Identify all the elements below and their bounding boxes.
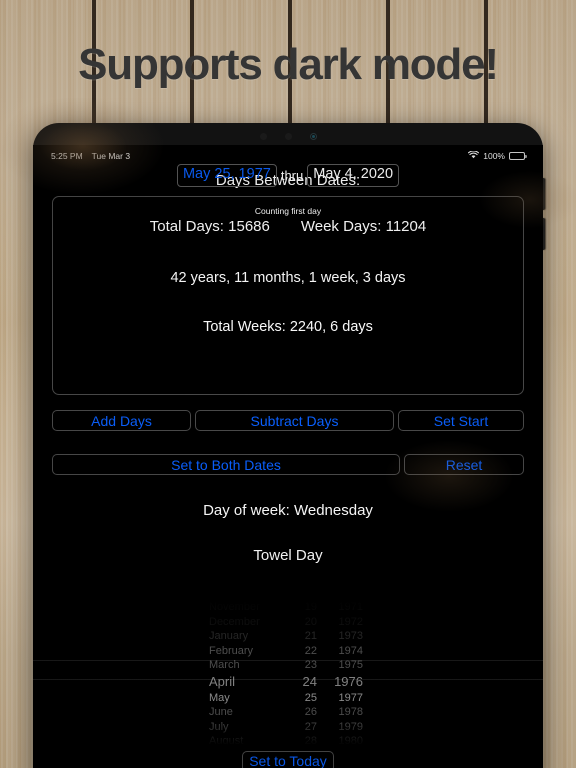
picker-year-option[interactable]: 1973 xyxy=(317,629,363,644)
reset-button[interactable]: Reset xyxy=(404,454,524,475)
set-to-today-button[interactable]: Set to Today xyxy=(242,751,334,768)
subtract-days-button[interactable]: Subtract Days xyxy=(195,410,394,431)
picker-column-month[interactable]: November December January February March Apri… xyxy=(209,600,275,745)
picker-year-option[interactable]: 1974 xyxy=(317,644,363,659)
week-days-value: Week Days: 11204 xyxy=(300,218,427,235)
picker-day-option[interactable]: 27 xyxy=(275,720,317,735)
picker-column-day[interactable]: 192021222324252627282930 xyxy=(275,600,317,745)
picker-day-option[interactable]: 25 xyxy=(275,691,317,706)
duration-breakdown: 42 years, 11 months, 1 week, 3 days xyxy=(170,270,406,286)
picker-month-option[interactable]: February xyxy=(209,644,275,659)
holiday-name-value: Towel Day xyxy=(253,547,323,564)
picker-selection-line-bottom xyxy=(33,679,543,680)
add-days-button[interactable]: Add Days xyxy=(52,410,191,431)
tablet-screen: 5:25 PM Tue Mar 3 100% Days Between Date xyxy=(33,145,543,768)
battery-icon xyxy=(509,152,527,160)
picker-month-option[interactable]: November xyxy=(209,600,275,615)
picker-day-option[interactable]: 20 xyxy=(275,615,317,630)
set-start-button[interactable]: Set Start xyxy=(398,410,524,431)
wifi-icon xyxy=(468,150,480,161)
picker-year-option[interactable]: 1971 xyxy=(317,600,363,615)
picker-day-option[interactable]: 26 xyxy=(275,705,317,720)
total-days-value: Total Days: 15686 xyxy=(149,218,270,235)
start-date-field[interactable]: May 25, 1977 xyxy=(176,164,277,187)
status-bar-time: 5:25 PM xyxy=(51,151,83,161)
picker-column-year[interactable]: 1971 1972 1973 1974 1975 1976 1977 1978 1979 1980… xyxy=(317,600,367,745)
date-picker-wheel[interactable]: November December January February March Apri… xyxy=(33,600,543,745)
battery-percent-label: 100% xyxy=(483,151,505,161)
picker-year-option[interactable]: 1980 xyxy=(317,734,363,745)
picker-month-option[interactable]: August xyxy=(209,734,275,745)
picker-month-option[interactable]: June xyxy=(209,705,275,720)
action-button-row-2: Set to Both Dates Reset xyxy=(52,454,524,475)
poster-background: Supports dark mode! 5:25 PM Tue Mar 3 10… xyxy=(0,0,576,768)
picker-day-option[interactable]: 22 xyxy=(275,644,317,659)
picker-day-option[interactable]: 19 xyxy=(275,600,317,615)
total-weeks-value: Total Weeks: 2240, 6 days xyxy=(203,319,373,335)
set-today-row: Set to Today xyxy=(33,751,543,768)
thru-label: thru xyxy=(280,167,304,183)
picker-year-option[interactable]: 1978 xyxy=(317,705,363,720)
end-date-field[interactable]: May 4, 2020 xyxy=(307,164,400,187)
set-to-both-dates-button[interactable]: Set to Both Dates xyxy=(52,454,400,475)
picker-month-option[interactable]: July xyxy=(209,720,275,735)
day-of-week-value: Day of week: Wednesday xyxy=(203,502,373,519)
counting-first-day-note: Counting first day xyxy=(254,206,322,216)
action-button-row-1: Add Days Subtract Days Set Start xyxy=(52,410,524,431)
status-bar-left: 5:25 PM Tue Mar 3 xyxy=(51,151,130,161)
date-picker-columns: November December January February March Apri… xyxy=(33,600,543,745)
status-bar-right: 100% xyxy=(468,150,527,161)
picker-year-option[interactable]: 1977 xyxy=(317,691,363,706)
date-range-row: May 25, 1977 thru May 4, 2020 xyxy=(33,164,543,187)
status-bar-date: Tue Mar 3 xyxy=(91,151,131,161)
picker-month-option[interactable]: April xyxy=(209,673,275,691)
picker-selection-line-top xyxy=(33,660,543,661)
picker-month-option[interactable]: May xyxy=(209,691,275,706)
picker-day-option[interactable]: 24 xyxy=(275,673,317,691)
picker-month-option[interactable]: January xyxy=(209,629,275,644)
picker-year-option[interactable]: 1979 xyxy=(317,720,363,735)
picker-day-option[interactable]: 28 xyxy=(275,734,317,745)
picker-year-option[interactable]: 1976 xyxy=(317,673,363,691)
poster-headline: Supports dark mode! xyxy=(78,40,499,89)
picker-month-option[interactable]: December xyxy=(209,615,275,630)
picker-day-option[interactable]: 21 xyxy=(275,629,317,644)
totals-row: Total Days: 15686 Week Days: 11204 xyxy=(33,218,543,235)
picker-year-option[interactable]: 1972 xyxy=(317,615,363,630)
